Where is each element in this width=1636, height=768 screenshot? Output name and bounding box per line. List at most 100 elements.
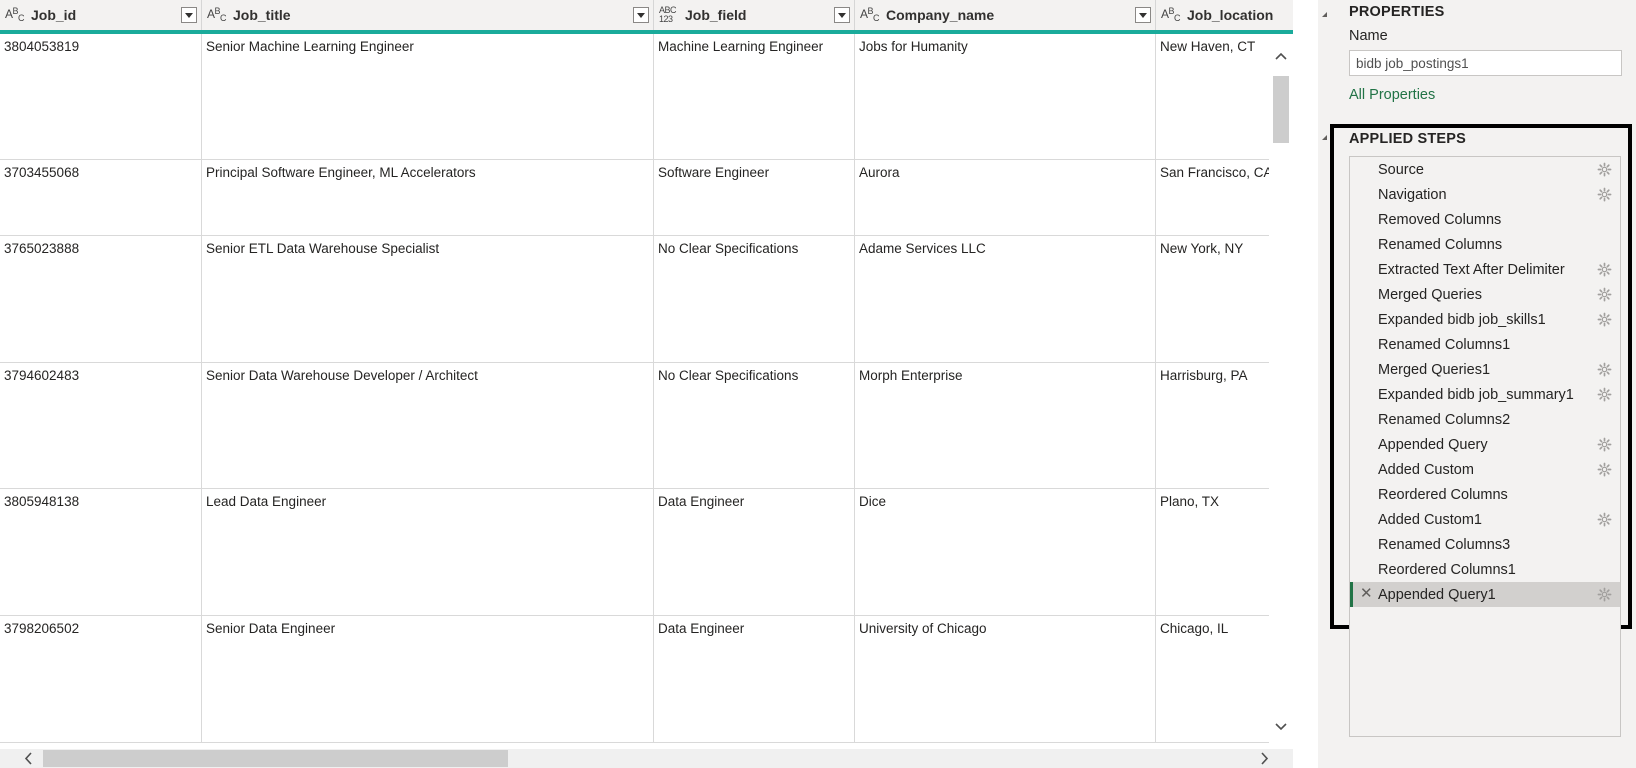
table-cell[interactable]: 3805948138: [0, 489, 202, 615]
applied-step-label: Renamed Columns2: [1378, 411, 1511, 428]
gear-icon[interactable]: [1597, 187, 1612, 202]
table-cell[interactable]: 3798206502: [0, 616, 202, 742]
column-header-label: Job_id: [31, 7, 77, 23]
table-cell[interactable]: 3765023888: [0, 236, 202, 362]
table-cell[interactable]: No Clear Specifications: [654, 236, 855, 362]
table-cell[interactable]: No Clear Specifications: [654, 363, 855, 488]
table-cell[interactable]: Lead Data Engineer: [202, 489, 654, 615]
applied-step[interactable]: Reordered Columns1: [1350, 557, 1620, 582]
applied-step[interactable]: Extracted Text After Delimiter: [1350, 257, 1620, 282]
column-header[interactable]: ABC Job_title: [202, 0, 654, 30]
horizontal-scrollbar[interactable]: [0, 749, 1293, 768]
table-cell[interactable]: Morph Enterprise: [855, 363, 1156, 488]
table-cell[interactable]: 3703455068: [0, 160, 202, 235]
type-text-icon[interactable]: ABC: [860, 7, 882, 23]
gear-icon[interactable]: [1597, 262, 1612, 277]
applied-step[interactable]: Renamed Columns: [1350, 232, 1620, 257]
applied-step[interactable]: Added Custom1: [1350, 507, 1620, 532]
table-row: 3804053819 Senior Machine Learning Engine…: [0, 34, 1293, 160]
column-header-label: Job_field: [685, 7, 747, 23]
delete-step-icon[interactable]: ✕: [1360, 586, 1373, 602]
type-any-icon[interactable]: ABC 123: [659, 6, 681, 24]
filter-dropdown-icon[interactable]: [181, 7, 197, 23]
gear-icon[interactable]: [1597, 587, 1612, 602]
table-row: 3798206502 Senior Data Engineer Data Engin…: [0, 616, 1293, 743]
table-cell[interactable]: Dice: [855, 489, 1156, 615]
table-cell[interactable]: Senior ETL Data Warehouse Specialist: [202, 236, 654, 362]
applied-step-label: Expanded bidb job_skills1: [1378, 311, 1546, 328]
filter-dropdown-icon[interactable]: [834, 7, 850, 23]
applied-steps-list: Source Navigation Removed Columns Renamed C…: [1349, 156, 1621, 737]
column-header[interactable]: ABC Job_id: [0, 0, 202, 30]
applied-step[interactable]: Merged Queries: [1350, 282, 1620, 307]
column-header[interactable]: ABC Company_name: [855, 0, 1156, 30]
applied-step[interactable]: Renamed Columns3: [1350, 532, 1620, 557]
name-label: Name: [1349, 28, 1388, 44]
table-cell[interactable]: Senior Machine Learning Engineer: [202, 34, 654, 159]
applied-step[interactable]: Reordered Columns: [1350, 482, 1620, 507]
vertical-scroll-thumb[interactable]: [1273, 76, 1289, 143]
filter-dropdown-icon[interactable]: [1135, 7, 1151, 23]
gear-icon[interactable]: [1597, 287, 1612, 302]
chevron-left-icon[interactable]: [20, 749, 38, 768]
horizontal-scroll-thumb[interactable]: [43, 750, 508, 767]
table-cell[interactable]: 3804053819: [0, 34, 202, 159]
applied-step-label: Source: [1378, 161, 1424, 178]
applied-step[interactable]: Expanded bidb job_summary1: [1350, 382, 1620, 407]
grid-body: 3804053819 Senior Machine Learning Engine…: [0, 34, 1293, 749]
applied-step[interactable]: Renamed Columns2: [1350, 407, 1620, 432]
column-header-label: Job_title: [233, 7, 291, 23]
table-cell[interactable]: University of Chicago: [855, 616, 1156, 742]
gear-icon[interactable]: [1597, 312, 1612, 327]
type-text-icon[interactable]: ABC: [1161, 7, 1183, 23]
applied-step-label: Appended Query1: [1378, 586, 1496, 603]
applied-step[interactable]: Added Custom: [1350, 457, 1620, 482]
column-header-label: Company_name: [886, 7, 995, 23]
filter-dropdown-icon[interactable]: [633, 7, 649, 23]
applied-step[interactable]: Removed Columns: [1350, 207, 1620, 232]
applied-step[interactable]: Merged Queries1: [1350, 357, 1620, 382]
gear-icon[interactable]: [1597, 162, 1612, 177]
gear-icon[interactable]: [1597, 512, 1612, 527]
applied-step-label: Reordered Columns: [1378, 486, 1508, 503]
type-text-icon[interactable]: ABC: [207, 7, 229, 23]
chevron-down-icon[interactable]: [1274, 719, 1288, 733]
table-cell[interactable]: Software Engineer: [654, 160, 855, 235]
type-text-icon[interactable]: ABC: [5, 7, 27, 23]
table-cell[interactable]: Adame Services LLC: [855, 236, 1156, 362]
applied-step[interactable]: ✕ Appended Query1: [1350, 582, 1620, 607]
vertical-scrollbar[interactable]: [1269, 34, 1293, 749]
table-cell[interactable]: Senior Data Engineer: [202, 616, 654, 742]
table-cell[interactable]: Jobs for Humanity: [855, 34, 1156, 159]
collapse-properties-icon[interactable]: [1322, 12, 1327, 17]
gear-icon[interactable]: [1597, 462, 1612, 477]
table-cell[interactable]: Aurora: [855, 160, 1156, 235]
applied-step[interactable]: Source: [1350, 157, 1620, 182]
applied-step[interactable]: Appended Query: [1350, 432, 1620, 457]
column-header[interactable]: ABC Job_location: [1156, 0, 1293, 30]
applied-step-label: Expanded bidb job_summary1: [1378, 386, 1574, 403]
applied-step[interactable]: Expanded bidb job_skills1: [1350, 307, 1620, 332]
table-cell[interactable]: 3794602483: [0, 363, 202, 488]
collapse-applied-steps-icon[interactable]: [1322, 135, 1327, 140]
table-cell[interactable]: Machine Learning Engineer: [654, 34, 855, 159]
applied-step[interactable]: Renamed Columns1: [1350, 332, 1620, 357]
table-row: 3703455068 Principal Software Engineer, M…: [0, 160, 1293, 236]
table-cell[interactable]: Principal Software Engineer, ML Accelera…: [202, 160, 654, 235]
applied-step-label: Renamed Columns: [1378, 236, 1503, 253]
chevron-up-icon[interactable]: [1274, 50, 1288, 64]
chevron-right-icon[interactable]: [1255, 749, 1273, 768]
column-header[interactable]: ABC 123 Job_field: [654, 0, 855, 30]
gear-icon[interactable]: [1597, 387, 1612, 402]
table-cell[interactable]: Data Engineer: [654, 616, 855, 742]
table-cell[interactable]: Data Engineer: [654, 489, 855, 615]
column-header-label: Job_location: [1187, 7, 1274, 23]
applied-step[interactable]: Navigation: [1350, 182, 1620, 207]
gear-icon[interactable]: [1597, 437, 1612, 452]
table-cell[interactable]: Senior Data Warehouse Developer / Archit…: [202, 363, 654, 488]
gear-icon[interactable]: [1597, 362, 1612, 377]
applied-step-label: Extracted Text After Delimiter: [1378, 261, 1565, 278]
query-name-input[interactable]: [1349, 50, 1622, 76]
all-properties-link[interactable]: All Properties: [1349, 87, 1435, 103]
table-row: 3805948138 Lead Data Engineer Data Enginee…: [0, 489, 1293, 616]
